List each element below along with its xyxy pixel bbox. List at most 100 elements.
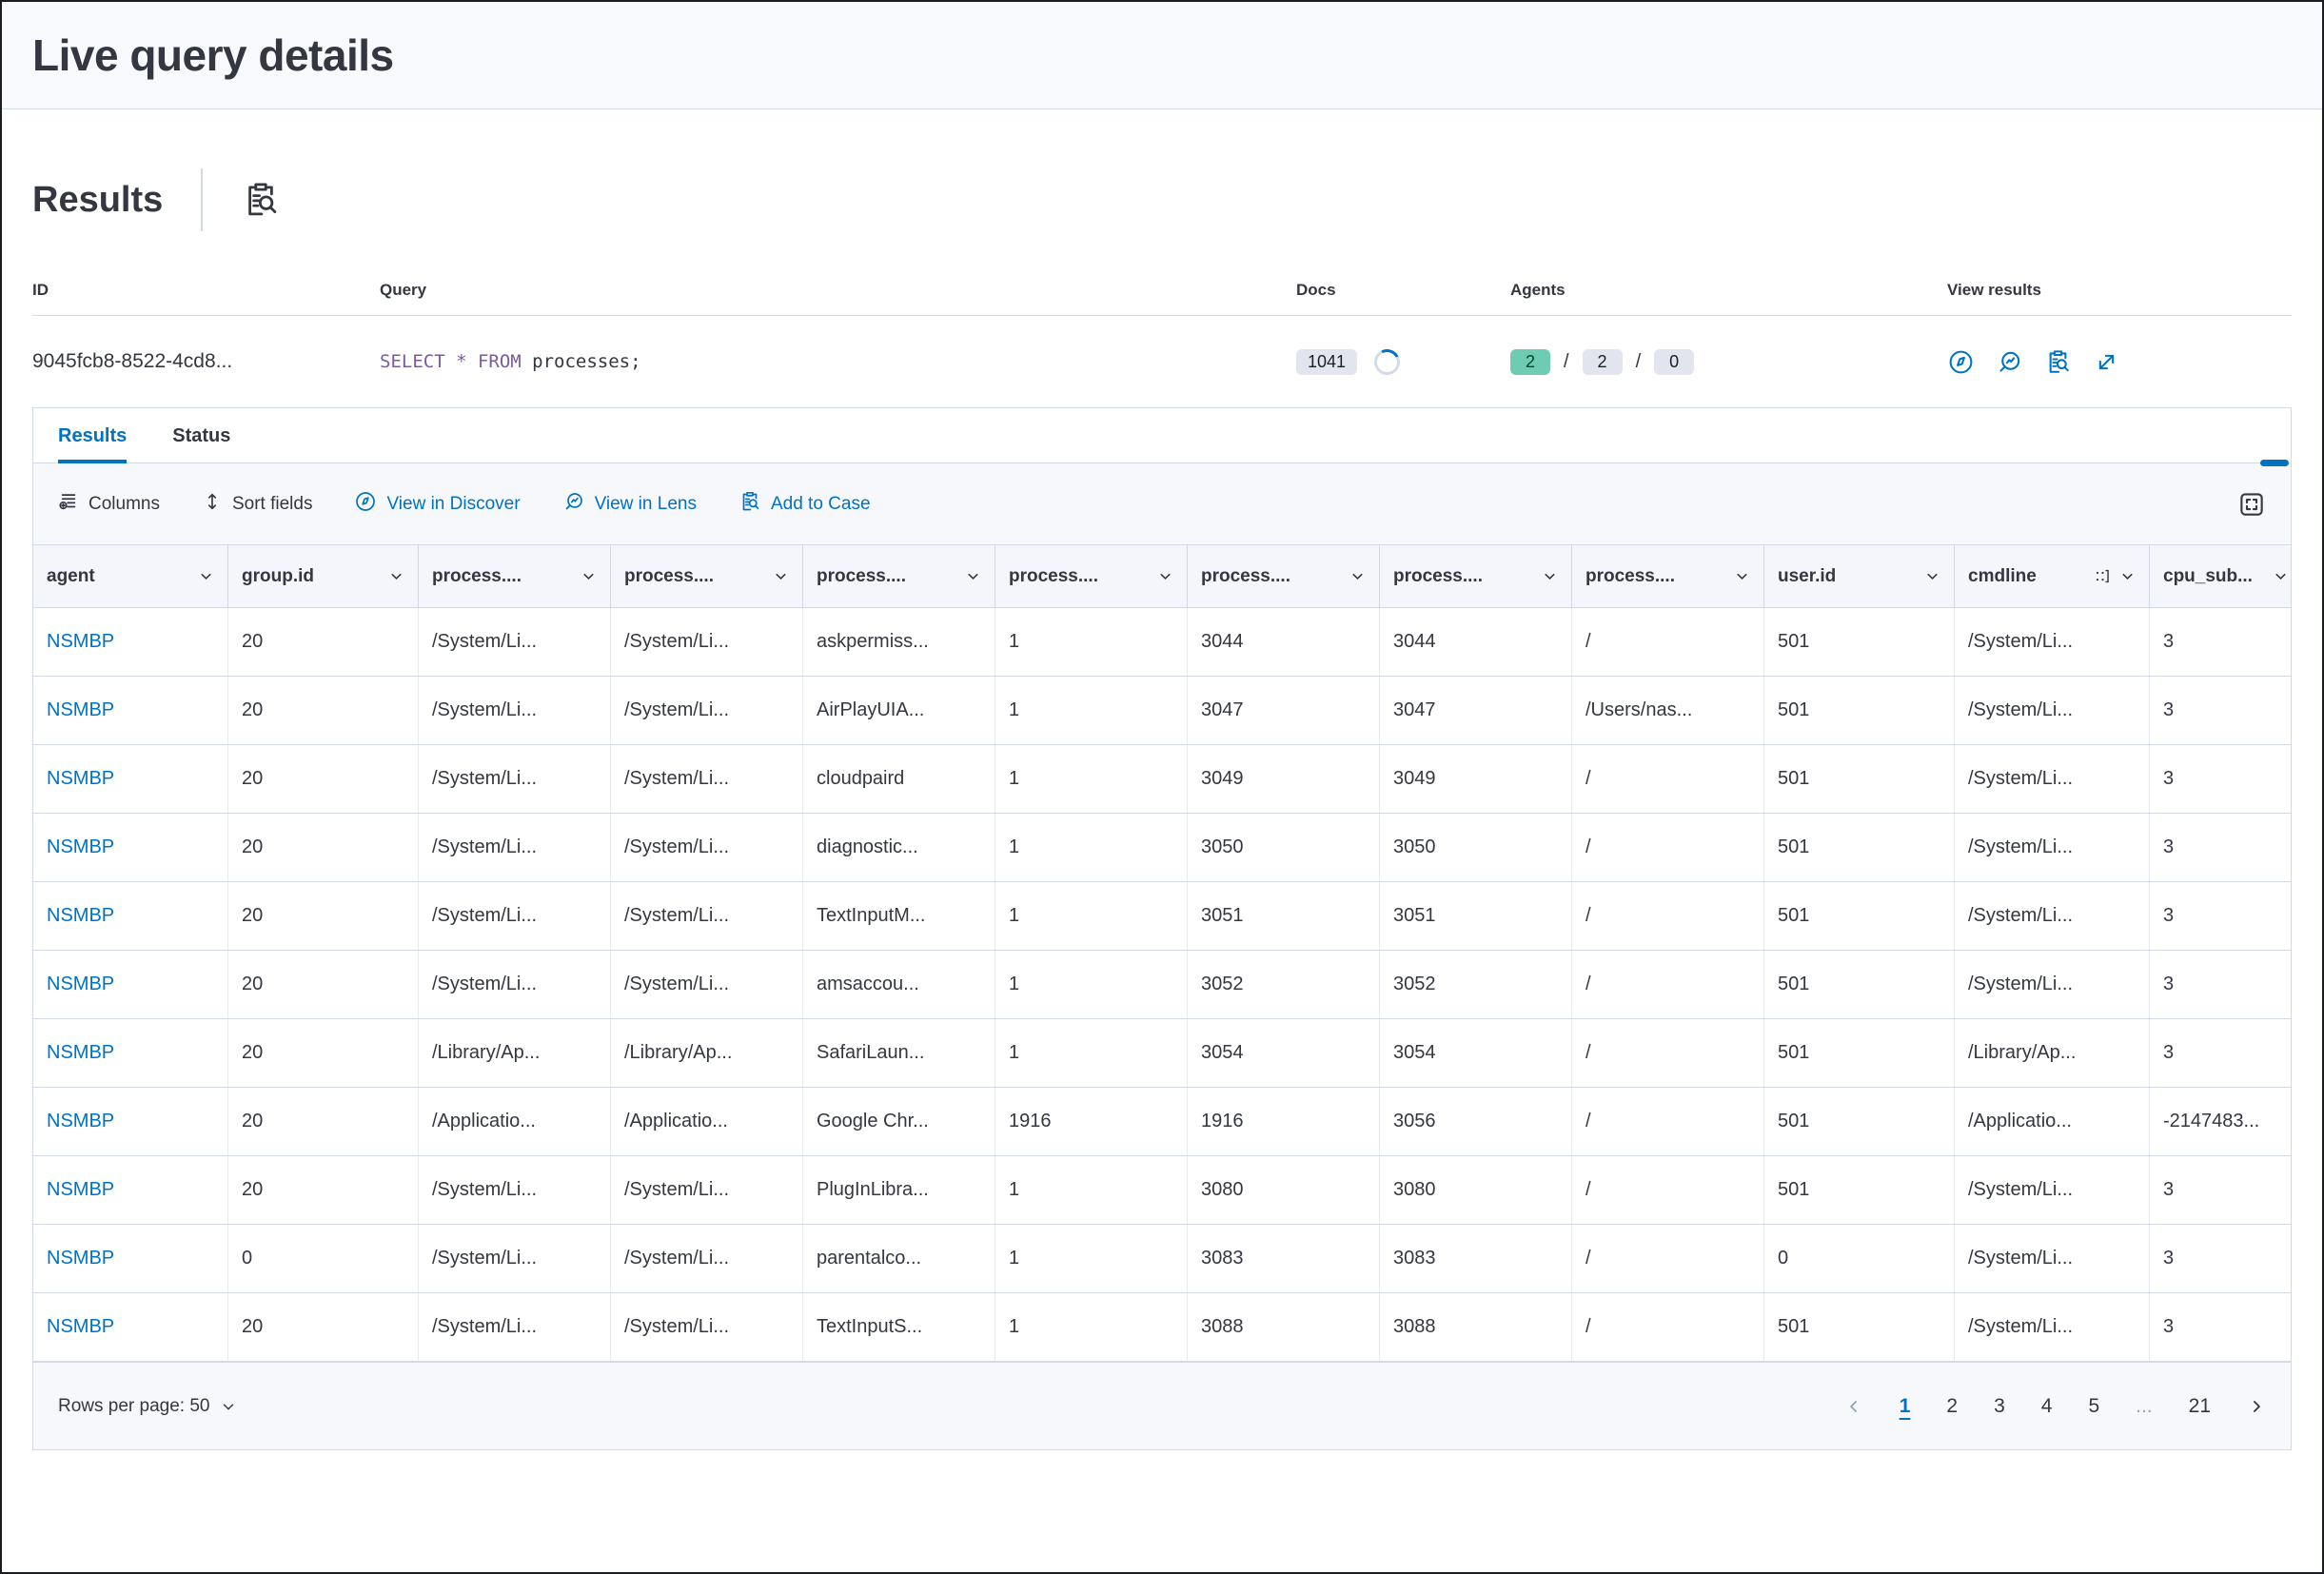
table-row: NSMBP20/System/Li.../System/Li...cloudpa… (33, 745, 2291, 814)
page-button-5[interactable]: 5 (2088, 1395, 2099, 1418)
chevron-down-icon[interactable] (773, 568, 789, 584)
cell: /System/Li... (611, 608, 803, 676)
cell: amsaccou... (803, 951, 995, 1018)
table-row: NSMBP20/System/Li.../System/Li...TextInp… (33, 882, 2291, 951)
chevron-down-icon[interactable] (1349, 568, 1366, 584)
agent-link[interactable]: NSMBP (33, 1019, 228, 1087)
cell: 3 (2150, 814, 2291, 881)
page-button-2[interactable]: 2 (1946, 1395, 1958, 1418)
agents-total-badge: 2 (1583, 349, 1623, 375)
agent-link[interactable]: NSMBP (33, 1156, 228, 1224)
chevron-down-icon[interactable] (2273, 568, 2289, 584)
column-header-label: agent (47, 566, 198, 587)
query-sql-value: SELECT * FROM processes; (380, 351, 1296, 372)
agent-link[interactable]: NSMBP (33, 1225, 228, 1292)
chevron-down-icon[interactable] (1157, 568, 1173, 584)
view-in-lens-button[interactable]: View in Lens (562, 490, 697, 519)
tab-results[interactable]: Results (58, 425, 127, 462)
column-header-label: group.id (242, 566, 388, 587)
cell: 3051 (1188, 882, 1380, 950)
cell: 3044 (1380, 608, 1572, 676)
lens-icon (562, 490, 585, 519)
column-header-process[interactable]: process.... (611, 545, 803, 607)
rows-per-page-select[interactable]: Rows per page: 50 (58, 1396, 237, 1417)
cell: /System/Li... (1955, 951, 2150, 1018)
discover-icon[interactable] (1947, 348, 1975, 376)
cell: /System/Li... (1955, 1225, 2150, 1292)
view-results-actions (1947, 348, 2292, 376)
view-in-lens-label: View in Lens (595, 494, 697, 515)
column-header-agent[interactable]: agent (33, 545, 228, 607)
column-header-cmdline[interactable]: cmdline (1955, 545, 2150, 607)
cell: 3044 (1188, 608, 1380, 676)
agent-link[interactable]: NSMBP (33, 814, 228, 881)
lens-icon[interactable] (1996, 348, 2023, 376)
chevron-down-icon[interactable] (965, 568, 981, 584)
tabs-row: Results Status (33, 408, 2291, 463)
table-row: NSMBP20/System/Li.../System/Li...TextInp… (33, 1293, 2291, 1362)
cell: / (1572, 1293, 1764, 1361)
agent-link[interactable]: NSMBP (33, 1088, 228, 1155)
cell: 3 (2150, 1019, 2291, 1087)
column-header-cpu_sub[interactable]: cpu_sub... (2150, 545, 2291, 607)
column-header-process[interactable]: process.... (419, 545, 611, 607)
cell: 3056 (1380, 1088, 1572, 1155)
agent-link[interactable]: NSMBP (33, 677, 228, 744)
agent-link[interactable]: NSMBP (33, 951, 228, 1018)
column-move-icon-and-chevron-down-icon[interactable] (2094, 567, 2136, 585)
column-header-userid[interactable]: user.id (1764, 545, 1955, 607)
previous-page-button[interactable] (1844, 1397, 1863, 1416)
tab-status[interactable]: Status (172, 425, 230, 462)
results-heading: Results (32, 180, 163, 221)
page-number-list: 12345...21 (1844, 1395, 2266, 1418)
page-button-4[interactable]: 4 (2041, 1395, 2053, 1418)
results-heading-row: Results (32, 168, 2292, 231)
columns-button[interactable]: Columns (58, 491, 160, 518)
cell: 3080 (1380, 1156, 1572, 1224)
cell: 3051 (1380, 882, 1572, 950)
agent-link[interactable]: NSMBP (33, 882, 228, 950)
cell: SafariLaun... (803, 1019, 995, 1087)
page-button-21[interactable]: 21 (2189, 1395, 2211, 1418)
cell: 3 (2150, 951, 2291, 1018)
chevron-down-icon[interactable] (581, 568, 597, 584)
cell: 1916 (995, 1088, 1188, 1155)
column-header-label: user.id (1778, 566, 1924, 587)
docs-count-badge: 1041 (1296, 349, 1357, 375)
chevron-down-icon[interactable] (1542, 568, 1558, 584)
chevron-down-icon[interactable] (1734, 568, 1750, 584)
chevron-down-icon[interactable] (1924, 568, 1940, 584)
cell: TextInputS... (803, 1293, 995, 1361)
agent-link[interactable]: NSMBP (33, 745, 228, 813)
open-in-new-icon[interactable] (2093, 348, 2120, 376)
fullscreen-button[interactable] (2237, 490, 2266, 519)
column-header-process[interactable]: process.... (1380, 545, 1572, 607)
table-row: NSMBP20/System/Li.../System/Li...amsacco… (33, 951, 2291, 1019)
column-header-process[interactable]: process.... (995, 545, 1188, 607)
chevron-down-icon[interactable] (198, 568, 214, 584)
scrollbar-thumb[interactable] (2260, 460, 2289, 466)
column-header-process[interactable]: process.... (1188, 545, 1380, 607)
page-button-1[interactable]: 1 (1900, 1395, 1911, 1418)
table-row: NSMBP20/Applicatio.../Applicatio...Googl… (33, 1088, 2291, 1156)
heading-divider (201, 168, 203, 231)
sort-fields-button[interactable]: Sort fields (202, 491, 312, 518)
cell: 501 (1764, 608, 1955, 676)
cell: 3088 (1188, 1293, 1380, 1361)
agents-separator: / (1636, 351, 1642, 373)
page-button-3[interactable]: 3 (1994, 1395, 2005, 1418)
agent-link[interactable]: NSMBP (33, 608, 228, 676)
cell: AirPlayUIA... (803, 677, 995, 744)
columns-label: Columns (89, 494, 160, 515)
agent-link[interactable]: NSMBP (33, 1293, 228, 1361)
add-to-case-button[interactable]: Add to Case (739, 490, 871, 519)
view-in-discover-button[interactable]: View in Discover (354, 490, 520, 519)
add-to-case-icon[interactable] (2044, 348, 2072, 376)
chevron-down-icon[interactable] (388, 568, 404, 584)
cell: 20 (228, 882, 419, 950)
column-header-process[interactable]: process.... (803, 545, 995, 607)
grid-header-row: agentgroup.idprocess....process....proce… (33, 545, 2291, 608)
next-page-button[interactable] (2247, 1397, 2266, 1416)
column-header-groupid[interactable]: group.id (228, 545, 419, 607)
column-header-process[interactable]: process.... (1572, 545, 1764, 607)
